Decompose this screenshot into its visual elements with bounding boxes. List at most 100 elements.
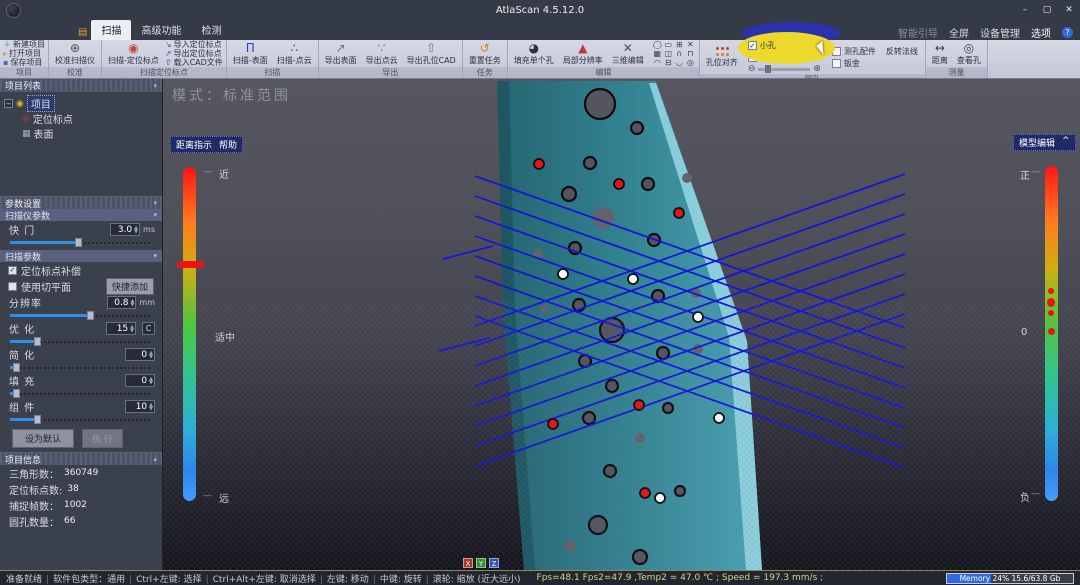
edit-tool-3-icon[interactable]: ⊞ <box>674 40 685 49</box>
help-icon[interactable]: ? <box>1062 27 1073 38</box>
distance-help-link[interactable]: 帮助 <box>219 138 237 151</box>
optimize-spinner[interactable]: 15 ▲▼ <box>106 322 136 335</box>
scan-params-header[interactable]: 扫描参数▾ <box>0 250 162 262</box>
collapse-icon[interactable]: ^ <box>1062 136 1070 149</box>
small-hole-checkbox[interactable]: 小孔 <box>748 40 821 51</box>
sheet-metal-label: 钣金 <box>844 58 860 69</box>
slider-minus-icon[interactable]: ⊖ <box>748 64 756 74</box>
params-section-header[interactable]: 参数设置▾ <box>0 196 162 209</box>
tree-item-project[interactable]: − ◉ 项目 <box>4 96 158 111</box>
collapse-icon[interactable]: ▾ <box>153 199 157 207</box>
minimize-button[interactable]: – <box>1014 0 1036 20</box>
scan-pointcloud-button[interactable]: ∴扫描-点云 <box>274 42 315 66</box>
spinner-arrows-icon[interactable]: ▲▼ <box>130 325 134 333</box>
tab-高级功能[interactable]: 高级功能 <box>131 20 191 40</box>
scan-surface-button[interactable]: Π扫描-表面 <box>230 42 271 66</box>
hole-feature <box>606 380 618 392</box>
fill-single-hole-button[interactable]: ◕填充单个孔 <box>511 42 557 66</box>
tab-检测[interactable]: 检测 <box>191 20 231 40</box>
collapse-icon[interactable]: ▾ <box>153 252 157 260</box>
hole-size-slider-thumb[interactable] <box>765 65 771 73</box>
project-info-header[interactable]: 项目信息▴ <box>0 452 162 465</box>
edit-tool-8-icon[interactable]: ⊓ <box>685 49 696 58</box>
sheet-metal-checkbox-box[interactable] <box>832 59 841 68</box>
simplify-slider[interactable] <box>10 363 152 372</box>
reset-task-button[interactable]: ↺重置任务 <box>466 42 504 66</box>
edit-tool-2-icon[interactable]: ▭ <box>663 40 674 49</box>
view-hole-button[interactable]: ◎查看孔 <box>954 42 984 66</box>
export-pointcloud-button[interactable]: ∵导出点云 <box>363 42 401 66</box>
small-hole-checkbox-box[interactable] <box>748 41 757 50</box>
export-hole-cad-button[interactable]: ⇧导出孔位CAD <box>404 42 459 66</box>
execute-button[interactable]: 执 行 <box>82 429 123 448</box>
edit-tool-9-icon[interactable]: ◠ <box>652 58 663 67</box>
project-tree-header[interactable]: 项目列表▾ <box>0 79 162 92</box>
hole-size-slider[interactable]: ⊖ ⊕ <box>748 64 821 74</box>
optimize-refresh-button[interactable]: C <box>142 322 155 335</box>
cut-plane-checkbox[interactable]: 使用切平面 快捷添加 <box>0 278 162 294</box>
hole-align-button[interactable]: 孔位对齐 <box>703 46 741 68</box>
invert-normals-button[interactable]: 反转法线 <box>886 46 918 57</box>
edit-tool-4-icon[interactable]: ✕ <box>685 40 696 49</box>
quick-add-button[interactable]: 快捷添加 <box>106 278 154 295</box>
probe-accessory-checkbox[interactable]: 测孔配件 <box>832 46 876 57</box>
marker-compensation-checkbox[interactable]: 定位标点补偿 <box>0 262 162 278</box>
collapse-icon[interactable]: ▾ <box>153 211 157 219</box>
spinner-arrows-icon[interactable]: ▲▼ <box>149 351 153 359</box>
edit-3d-button[interactable]: ✕三维编辑 <box>609 42 647 66</box>
spinner-arrows-icon[interactable]: ▲▼ <box>131 299 135 307</box>
edit-tool-6-icon[interactable]: ◫ <box>663 49 674 58</box>
spinner-arrows-icon[interactable]: ▲▼ <box>149 377 153 385</box>
slider-plus-icon[interactable]: ⊕ <box>813 64 821 74</box>
status-item: 中键: 旋转 <box>380 575 422 585</box>
edit-tool-7-icon[interactable]: ∩ <box>674 49 685 58</box>
scan-targets-button[interactable]: ◉扫描-定位标点 <box>105 42 162 66</box>
optimize-slider[interactable] <box>10 337 152 346</box>
shutter-slider[interactable] <box>10 238 152 247</box>
sheet-metal-checkbox[interactable]: 钣金 <box>832 58 918 69</box>
app-logo-icon[interactable] <box>6 3 21 18</box>
fill-slider[interactable] <box>10 389 152 398</box>
local-resolution-button[interactable]: ▲局部分辨率 <box>560 42 606 66</box>
status-item: 软件包类型：通用 <box>53 575 125 585</box>
tree-expander-icon[interactable]: − <box>4 99 13 108</box>
tab-扫描[interactable]: 扫描 <box>91 20 131 40</box>
edit-tool-1-icon[interactable]: ◯ <box>652 40 663 49</box>
edit-tool-12-icon[interactable]: ◎ <box>685 58 696 67</box>
simplify-spinner[interactable]: 0 ▲▼ <box>125 348 155 361</box>
axis-y-badge[interactable]: Y <box>476 558 486 568</box>
load-cad-file-button[interactable]: ⇧载入CAD文件 <box>165 58 223 67</box>
hole-feature <box>562 187 576 201</box>
edit-tool-5-icon[interactable]: ▦ <box>652 49 663 58</box>
axis-z-badge[interactable]: Z <box>489 558 499 568</box>
component-slider[interactable] <box>10 415 152 424</box>
resolution-spinner[interactable]: 0.8 ▲▼ <box>107 296 137 309</box>
collapse-icon[interactable]: ▾ <box>153 82 157 90</box>
export-surface-button[interactable]: ↗导出表面 <box>322 42 360 66</box>
collapse-icon[interactable]: ▴ <box>153 455 157 463</box>
shutter-spinner[interactable]: 3.0 ▲▼ <box>110 223 140 236</box>
scanner-params-header[interactable]: 扫描仪参数▾ <box>0 209 162 221</box>
resolution-slider[interactable] <box>10 311 152 320</box>
menu-智能引导[interactable]: 智能引导 <box>898 25 938 40</box>
viewport-3d[interactable]: 模式：标准范围 距离指示 帮助 — 近 适中 — 远 模型编辑 ^ 正 — 0 … <box>163 79 1080 570</box>
menu-设备管理[interactable]: 设备管理 <box>980 25 1020 40</box>
axis-x-badge[interactable]: X <box>463 558 473 568</box>
calibrate-scanner-button[interactable]: ⊕校准扫描仪 <box>52 42 98 66</box>
fill-spinner[interactable]: 0 ▲▼ <box>125 374 155 387</box>
distance-button[interactable]: ↔距离 <box>929 42 951 66</box>
tree-item-surface[interactable]: ▦ 表面 <box>4 126 158 141</box>
component-spinner[interactable]: 10 ▲▼ <box>125 400 155 413</box>
spinner-arrows-icon[interactable]: ▲▼ <box>149 403 153 411</box>
tree-item-targets[interactable]: ◎ 定位标点 <box>4 111 158 126</box>
menu-全屏[interactable]: 全屏 <box>949 25 969 40</box>
maximize-button[interactable]: ▢ <box>1036 0 1058 20</box>
title-bar: AtlaScan 4.5.12.0 – ▢ ✕ <box>0 0 1080 20</box>
close-button[interactable]: ✕ <box>1058 0 1080 20</box>
set-default-button[interactable]: 设为默认 <box>12 429 74 448</box>
edit-tool-10-icon[interactable]: ⊟ <box>663 58 674 67</box>
menu-选项[interactable]: 选项 <box>1031 25 1051 40</box>
edit-tool-11-icon[interactable]: ◡ <box>674 58 685 67</box>
spinner-arrows-icon[interactable]: ▲▼ <box>134 226 138 234</box>
save-project-button[interactable]: ▪保存项目 <box>3 58 45 67</box>
